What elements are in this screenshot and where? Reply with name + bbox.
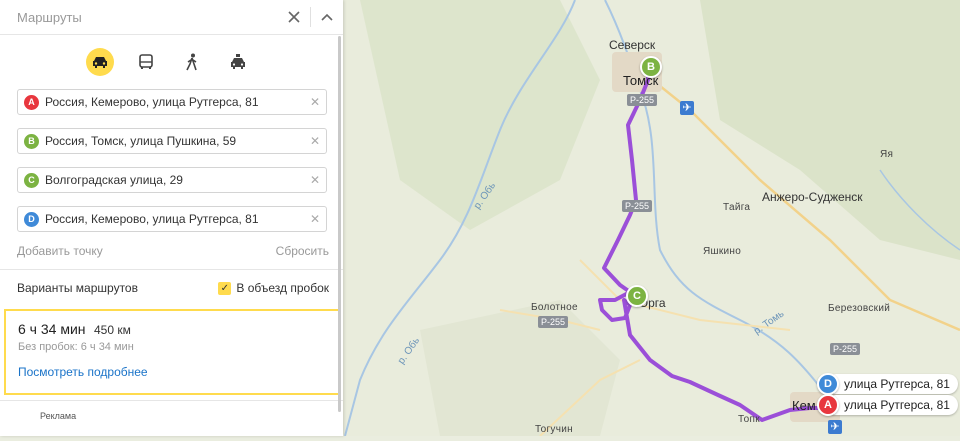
- waypoint-c-marker: C: [24, 172, 39, 188]
- waypoint-d-field[interactable]: D Россия, Кемерово, улица Рутгерса, 81 ✕: [17, 206, 327, 232]
- panel-header: Маршруты: [0, 0, 343, 35]
- clear-icon[interactable]: ✕: [304, 173, 326, 187]
- panel-title: Маршруты: [17, 9, 82, 25]
- pin-label-a[interactable]: улица Рутгерса, 81: [826, 395, 958, 415]
- clear-icon[interactable]: ✕: [304, 95, 326, 109]
- route-variants-label: Варианты маршрутов: [17, 281, 138, 295]
- map-pin-c[interactable]: C: [626, 285, 648, 307]
- waypoint-a-field[interactable]: A Россия, Кемерово, улица Рутгерса, 81 ✕: [17, 89, 327, 115]
- transport-modes: [0, 35, 343, 89]
- waypoint-b-marker: B: [24, 133, 39, 149]
- route-details-link[interactable]: Посмотреть подробнее: [18, 365, 148, 379]
- routes-panel: Маршруты A Россия, Кемерово, улица Рутге…: [0, 0, 343, 436]
- close-icon[interactable]: [278, 0, 310, 34]
- clear-icon[interactable]: ✕: [304, 134, 326, 148]
- place-yashkino: Яшкино: [703, 246, 742, 257]
- panel-scrollbar[interactable]: [338, 36, 341, 412]
- route-variants-row: Варианты маршрутов ✓ В объезд пробок: [17, 281, 329, 295]
- waypoint-c-field[interactable]: C Волгоградская улица, 29 ✕: [17, 167, 327, 193]
- ad-label: Реклама: [40, 411, 77, 421]
- place-topki: Топк: [738, 414, 760, 425]
- waypoint-d-marker: D: [24, 211, 39, 227]
- taxi-icon[interactable]: [224, 48, 252, 76]
- add-point-link[interactable]: Добавить точку: [17, 244, 103, 258]
- map-pin-b[interactable]: B: [640, 56, 662, 78]
- route-distance: 450 км: [94, 323, 131, 337]
- walk-icon[interactable]: [178, 48, 206, 76]
- route-time: 6 ч 34 мин: [18, 321, 86, 337]
- place-berezovsky: Березовский: [828, 303, 891, 314]
- checkmark-icon[interactable]: ✓: [218, 281, 232, 295]
- clear-icon[interactable]: ✕: [304, 212, 326, 226]
- waypoint-b-field[interactable]: B Россия, Томск, улица Пушкина, 59 ✕: [17, 128, 327, 154]
- avoid-traffic-checkbox[interactable]: ✓ В объезд пробок: [218, 281, 329, 295]
- road-label: Р-255: [627, 94, 658, 106]
- pin-label-d[interactable]: улица Рутгерса, 81: [826, 374, 958, 394]
- place-taiga: Тайга: [723, 202, 751, 213]
- place-bolotnoe: Болотное: [531, 302, 578, 313]
- map-pin-d[interactable]: D: [817, 373, 839, 395]
- road-label: Р-255: [538, 316, 569, 328]
- airport-icon[interactable]: ✈: [828, 420, 842, 434]
- route-time-no-traffic: Без пробок: 6 ч 34 мин: [18, 341, 134, 353]
- waypoint-c-input[interactable]: Волгоградская улица, 29: [45, 173, 304, 187]
- bus-icon[interactable]: [132, 48, 160, 76]
- waypoint-a-input[interactable]: Россия, Кемерово, улица Рутгерса, 81: [45, 95, 304, 109]
- chevron-up-icon[interactable]: [311, 0, 343, 34]
- waypoint-b-input[interactable]: Россия, Томск, улица Пушкина, 59: [45, 134, 304, 148]
- place-seversk: Северск: [609, 38, 656, 52]
- car-icon[interactable]: [86, 48, 114, 76]
- road-label: Р-255: [622, 200, 653, 212]
- place-anzhero-sudzhensk: Анжеро-Судженск: [762, 190, 863, 204]
- reset-link[interactable]: Сбросить: [276, 244, 329, 258]
- map-pin-a[interactable]: A: [817, 394, 839, 416]
- divider: [0, 400, 343, 401]
- place-togucin: Тогучин: [535, 424, 573, 435]
- place-kemerovo: Кем: [792, 398, 816, 413]
- road-label: Р-255: [830, 343, 861, 355]
- waypoint-actions: Добавить точку Сбросить: [17, 244, 329, 258]
- route-option-card[interactable]: 6 ч 34 мин 450 км Без пробок: 6 ч 34 мин…: [4, 309, 340, 395]
- avoid-traffic-label[interactable]: В объезд пробок: [236, 281, 329, 295]
- waypoint-a-marker: A: [24, 94, 39, 110]
- airport-icon[interactable]: ✈: [680, 101, 694, 115]
- divider: [0, 269, 343, 270]
- waypoint-d-input[interactable]: Россия, Кемерово, улица Рутгерса, 81: [45, 212, 304, 226]
- place-yaya: Яя: [880, 149, 894, 160]
